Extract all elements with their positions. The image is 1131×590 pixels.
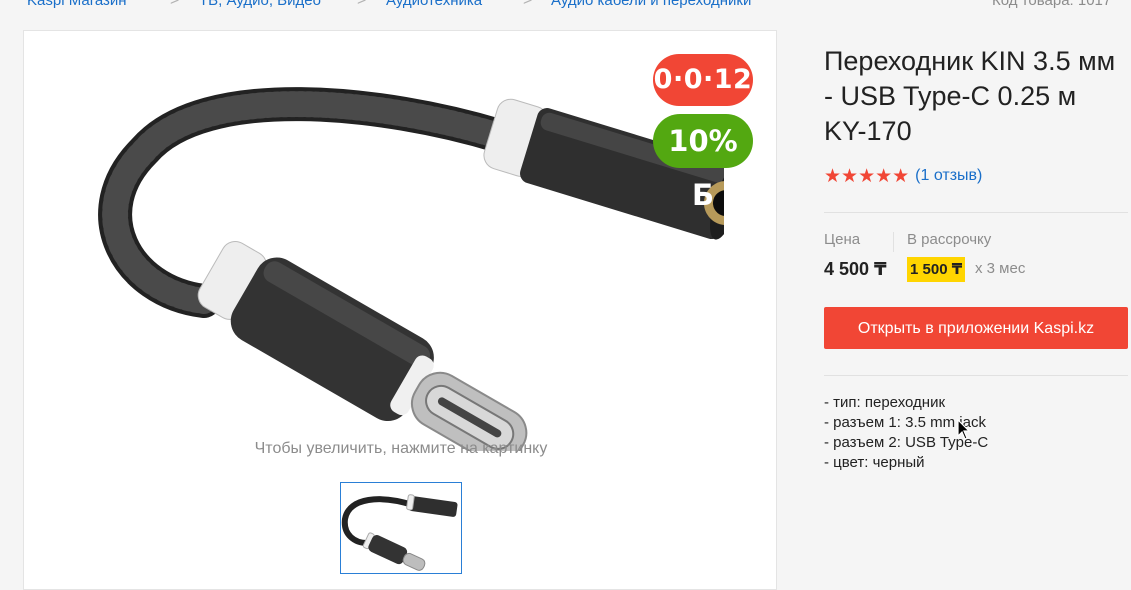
product-code: Код товара: 1017 xyxy=(992,0,1112,9)
divider xyxy=(824,212,1128,213)
thumbnail-image xyxy=(341,494,458,571)
breadcrumb-item-audio-cables[interactable]: Аудио кабели и переходники xyxy=(551,0,751,9)
product-title: Переходник KIN 3.5 мм - USB Type-C 0.25 … xyxy=(824,46,1116,146)
product-price: 4 500 ₸ xyxy=(824,259,887,279)
spec-item: - цвет: черный xyxy=(824,454,925,471)
product-thumbnail[interactable] xyxy=(340,482,462,574)
breadcrumb-separator-icon: > xyxy=(357,0,367,9)
breadcrumb-item-kaspi-store[interactable]: Kaspi Магазин xyxy=(27,0,127,9)
product-gallery: 0·0·12 10% Б Чтобы увеличить, нажмите на… xyxy=(23,30,777,590)
breadcrumb-item-audio[interactable]: Аудиотехника xyxy=(386,0,482,9)
breadcrumb-separator-icon: > xyxy=(170,0,180,9)
star-rating-icon: ★★★★★ xyxy=(824,165,910,187)
installment-label: В рассрочку xyxy=(907,231,992,248)
installment-badge: 0·0·12 xyxy=(653,54,753,106)
price-separator xyxy=(893,232,894,252)
breadcrumb-item-tv-audio-video[interactable]: ТВ, Аудио, Видео xyxy=(199,0,321,9)
zoom-hint: Чтобы увеличить, нажмите на картинку xyxy=(254,440,548,457)
bonus-badge: 10% Б xyxy=(653,114,753,212)
price-label: Цена xyxy=(824,231,861,248)
mouse-cursor-icon xyxy=(957,419,971,440)
installment-amount: 1 500 ₸ xyxy=(907,257,966,282)
divider xyxy=(824,375,1128,376)
spec-item: - тип: переходник xyxy=(824,394,946,411)
reviews-link[interactable]: (1 отзыв) xyxy=(915,167,982,185)
breadcrumb-separator-icon: > xyxy=(523,0,533,9)
product-main-image[interactable] xyxy=(84,61,724,451)
installment-term: х 3 мес xyxy=(975,260,1026,277)
open-in-kaspi-app-button[interactable]: Открыть в приложении Kaspi.kz xyxy=(824,307,1128,349)
product-rating: ★★★★★ (1 отзыв) xyxy=(824,165,982,187)
